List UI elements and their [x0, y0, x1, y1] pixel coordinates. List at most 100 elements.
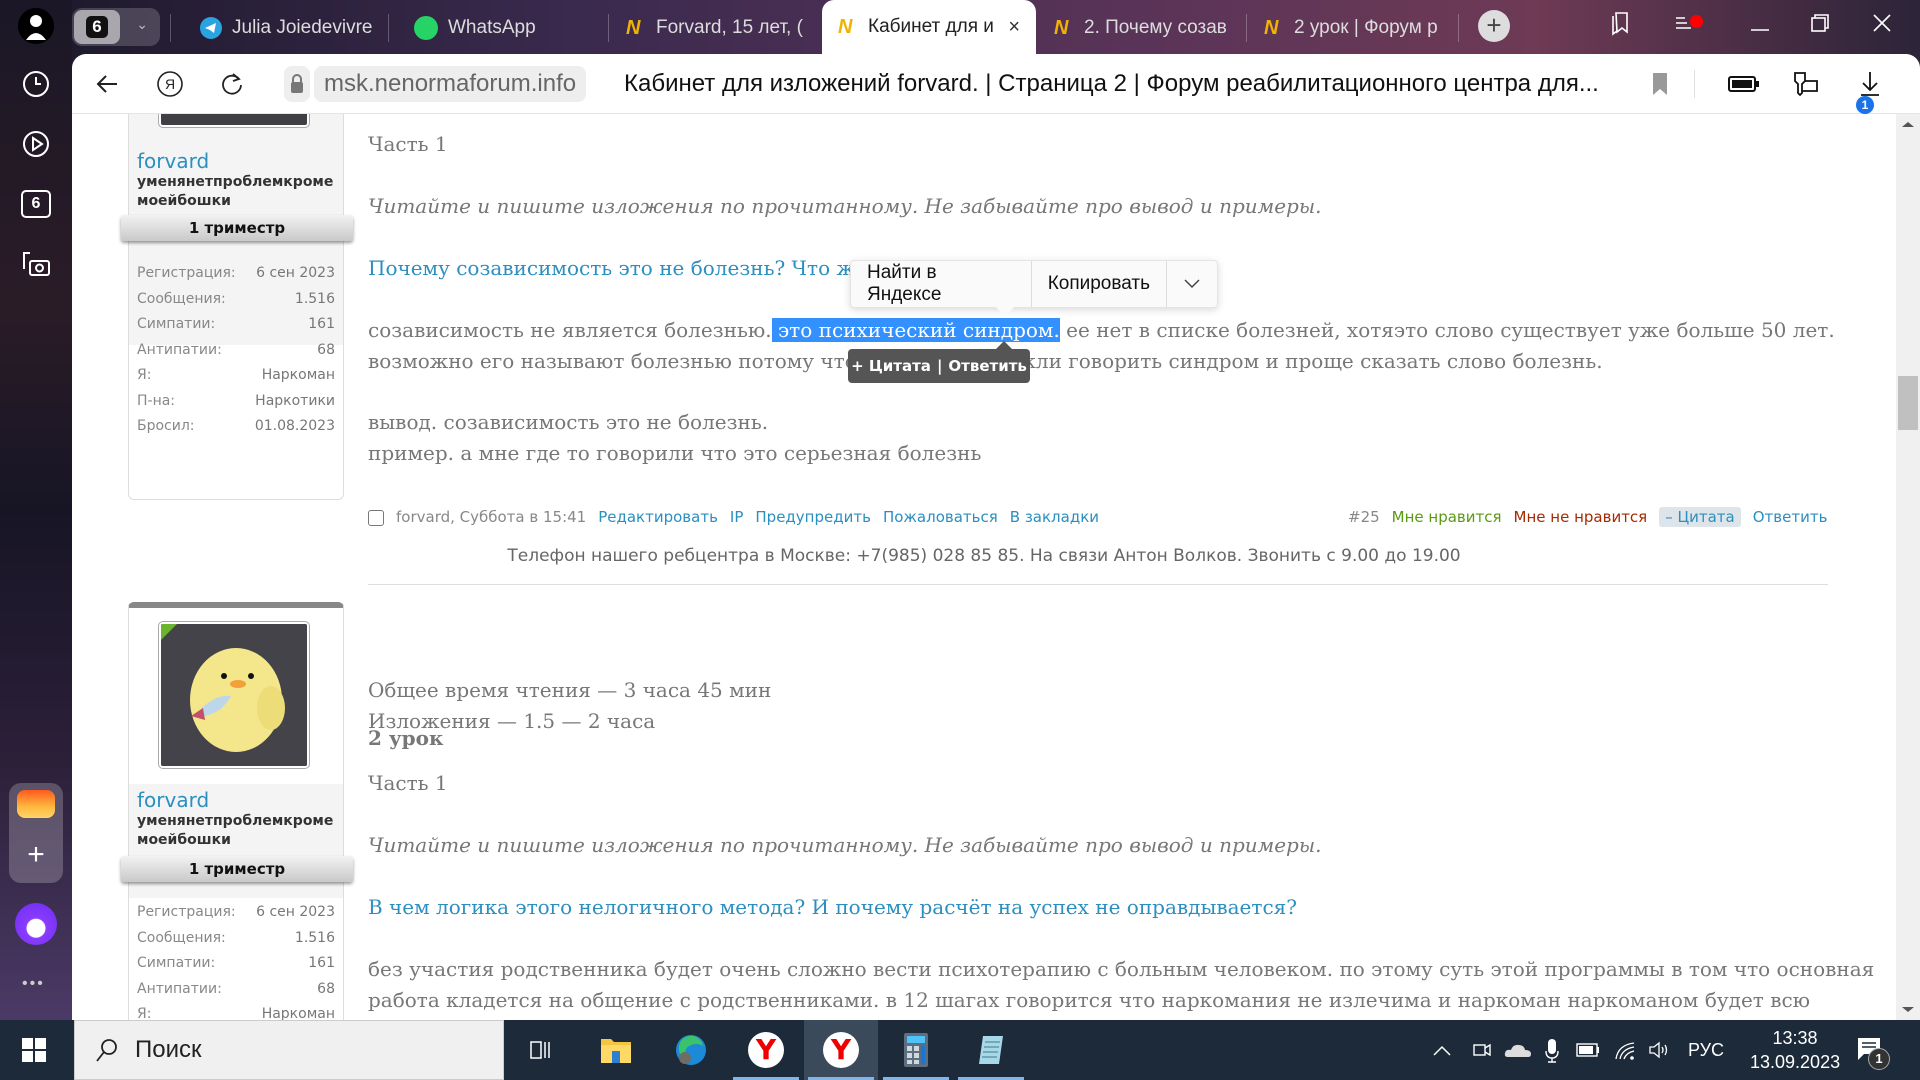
scroll-up-arrow[interactable] — [1902, 122, 1914, 127]
tab-label: WhatsApp — [448, 17, 536, 38]
edge-browser-icon[interactable] — [654, 1020, 728, 1080]
post-1-user-info: forvard уменянетпроблемкроме моейбошки 1… — [121, 114, 353, 500]
user-avatar[interactable] — [158, 621, 310, 769]
tab-count: 6 — [86, 16, 108, 38]
battery-icon[interactable] — [1576, 1020, 1600, 1080]
tabs-count-icon[interactable]: 6 — [18, 186, 54, 222]
yandex-browser-icon[interactable]: Y — [729, 1020, 803, 1080]
file-explorer-icon[interactable] — [579, 1020, 653, 1080]
yandex-home-button[interactable]: Я — [152, 66, 188, 102]
stat-row: Я: Наркоман — [137, 1006, 335, 1020]
search-icon — [96, 1039, 117, 1062]
body-line-2: работа кладется на общение с родственник… — [368, 988, 1811, 1012]
tab-separator — [1458, 14, 1459, 42]
notepad-icon[interactable] — [954, 1020, 1028, 1080]
bookmark-icon[interactable] — [1642, 66, 1678, 102]
volume-icon[interactable] — [1648, 1020, 1672, 1080]
question-link[interactable]: В чем логика этого нелогичного метода? И… — [368, 895, 1297, 919]
media-play-icon[interactable] — [18, 126, 54, 162]
tab-label: Кабинет для и — [868, 16, 994, 37]
tab-label: Julia Joiedevivre — [232, 17, 373, 38]
tab-label: Forvard, 15 лет, ( — [656, 17, 803, 38]
essay-time: Изложения — 1.5 — 2 часа — [368, 709, 656, 733]
username-link[interactable]: forvard — [129, 788, 343, 812]
tab-forvard-profile[interactable]: N Forvard, 15 лет, ( — [626, 8, 806, 48]
yandex-browser-active-icon[interactable]: Y — [804, 1020, 878, 1080]
address-toolbar: Я msk.nenormaforum.info Кабинет для изло… — [72, 54, 1920, 114]
search-placeholder: Поиск — [135, 1036, 202, 1063]
more-dots-icon[interactable]: ••• — [22, 975, 45, 993]
tab-separator — [608, 14, 609, 42]
stat-row: П-на: Наркотики — [137, 392, 335, 409]
page-title[interactable]: Кабинет для изложений forvard. | Страниц… — [624, 66, 1599, 102]
taskbar-search[interactable]: Поиск — [74, 1020, 504, 1080]
stat-row: Сообщения: 1.516 — [137, 290, 335, 307]
mail-icon[interactable] — [17, 790, 55, 818]
bookmarks-collections-icon[interactable] — [1600, 10, 1640, 44]
onedrive-icon[interactable] — [1504, 1020, 1532, 1080]
tab-whatsapp[interactable]: WhatsApp — [414, 8, 594, 48]
camera-app-icon[interactable] — [1472, 1020, 1492, 1080]
user-title: уменянетпроблемкроме моейбошки — [137, 174, 334, 209]
language-indicator[interactable]: РУС — [1688, 1020, 1724, 1080]
screenshot-icon[interactable] — [18, 246, 54, 282]
scroll-down-arrow[interactable] — [1902, 1007, 1914, 1012]
tab-bar: 6 ⌄ Julia Joiedevivre WhatsApp N Forvard… — [72, 0, 1920, 54]
tab-label: 2. Почему созав — [1084, 17, 1227, 38]
task-view-icon[interactable] — [504, 1020, 578, 1080]
minimize-button[interactable] — [1740, 10, 1780, 44]
browser-sidebar: 6 + ••• — [0, 0, 72, 1020]
tab-lesson-2[interactable]: N 2 урок | Форум р — [1264, 8, 1444, 48]
chevron-down-icon: ⌄ — [136, 16, 148, 32]
tab-telegram[interactable]: Julia Joiedevivre — [200, 8, 380, 48]
back-button[interactable] — [90, 66, 126, 102]
user-stats: Регистрация: 6 сен 2023 Сообщения: 1.516 С… — [129, 894, 343, 1020]
user-title: уменянетпроблемкроме моейбошки — [137, 813, 334, 848]
stat-row: Антипатии: 68 — [137, 980, 335, 997]
alice-assistant-icon[interactable] — [15, 903, 57, 945]
stat-row: Бросил: 01.08.2023 — [137, 418, 335, 434]
forum-favicon: N — [1264, 17, 1279, 39]
system-clock[interactable]: 13:38 13.09.2023 — [1750, 1026, 1840, 1074]
windows-start-icon[interactable] — [22, 1038, 46, 1062]
add-app-icon[interactable]: + — [17, 840, 55, 870]
microphone-icon[interactable] — [1544, 1020, 1560, 1080]
close-tab-icon[interactable]: × — [1008, 16, 1020, 39]
reading-time: Общее время чтения — 3 часа 45 мин — [368, 678, 772, 702]
tab-separator — [170, 14, 171, 42]
page-scrollbar[interactable] — [1896, 114, 1920, 1020]
wifi-icon[interactable] — [1614, 1020, 1638, 1080]
clock-date: 13.09.2023 — [1750, 1052, 1841, 1072]
profile-avatar[interactable] — [18, 8, 54, 44]
notification-dot — [1690, 15, 1703, 28]
url-field[interactable]: msk.nenormaforum.info — [314, 66, 587, 102]
passwords-icon[interactable] — [1788, 66, 1824, 102]
downloads-button[interactable]: 1 — [1852, 66, 1888, 114]
stat-row: Симпатии: 161 — [137, 316, 335, 332]
page-content: forvard уменянетпроблемкроме моейбошки 1… — [72, 114, 1896, 1020]
reload-button[interactable] — [214, 66, 250, 102]
part-label: Часть 1 — [368, 771, 448, 795]
show-hidden-icons[interactable] — [1432, 1020, 1452, 1080]
tab-codependency[interactable]: N 2. Почему созав — [1054, 8, 1234, 48]
tab-active-cabinet[interactable]: N Кабинет для и × — [822, 0, 1036, 54]
whatsapp-icon — [414, 16, 438, 40]
user-rank-badge: 1 триместр — [121, 856, 353, 882]
forum-favicon: N — [626, 17, 641, 39]
tab-separator — [388, 14, 389, 42]
user-avatar[interactable] — [158, 114, 310, 128]
close-window-button[interactable] — [1862, 10, 1902, 44]
history-icon[interactable] — [18, 66, 54, 102]
user-stats: Регистрация: 6 сен 2023 Сообщения: 1.516 С… — [129, 255, 343, 446]
tab-groups-button[interactable]: 6 ⌄ — [72, 8, 160, 46]
svg-text:Я: Я — [165, 76, 175, 92]
notifications-button[interactable]: 1 — [1856, 1020, 1890, 1080]
scrollbar-thumb[interactable] — [1898, 376, 1918, 430]
restore-button[interactable] — [1800, 10, 1840, 44]
lock-icon[interactable] — [284, 66, 310, 102]
new-tab-button[interactable]: + — [1478, 10, 1510, 42]
tabs-count-badge: 6 — [21, 190, 51, 218]
calculator-icon[interactable] — [879, 1020, 953, 1080]
username-link[interactable]: forvard — [129, 149, 343, 173]
battery-saver-icon[interactable] — [1724, 66, 1764, 102]
